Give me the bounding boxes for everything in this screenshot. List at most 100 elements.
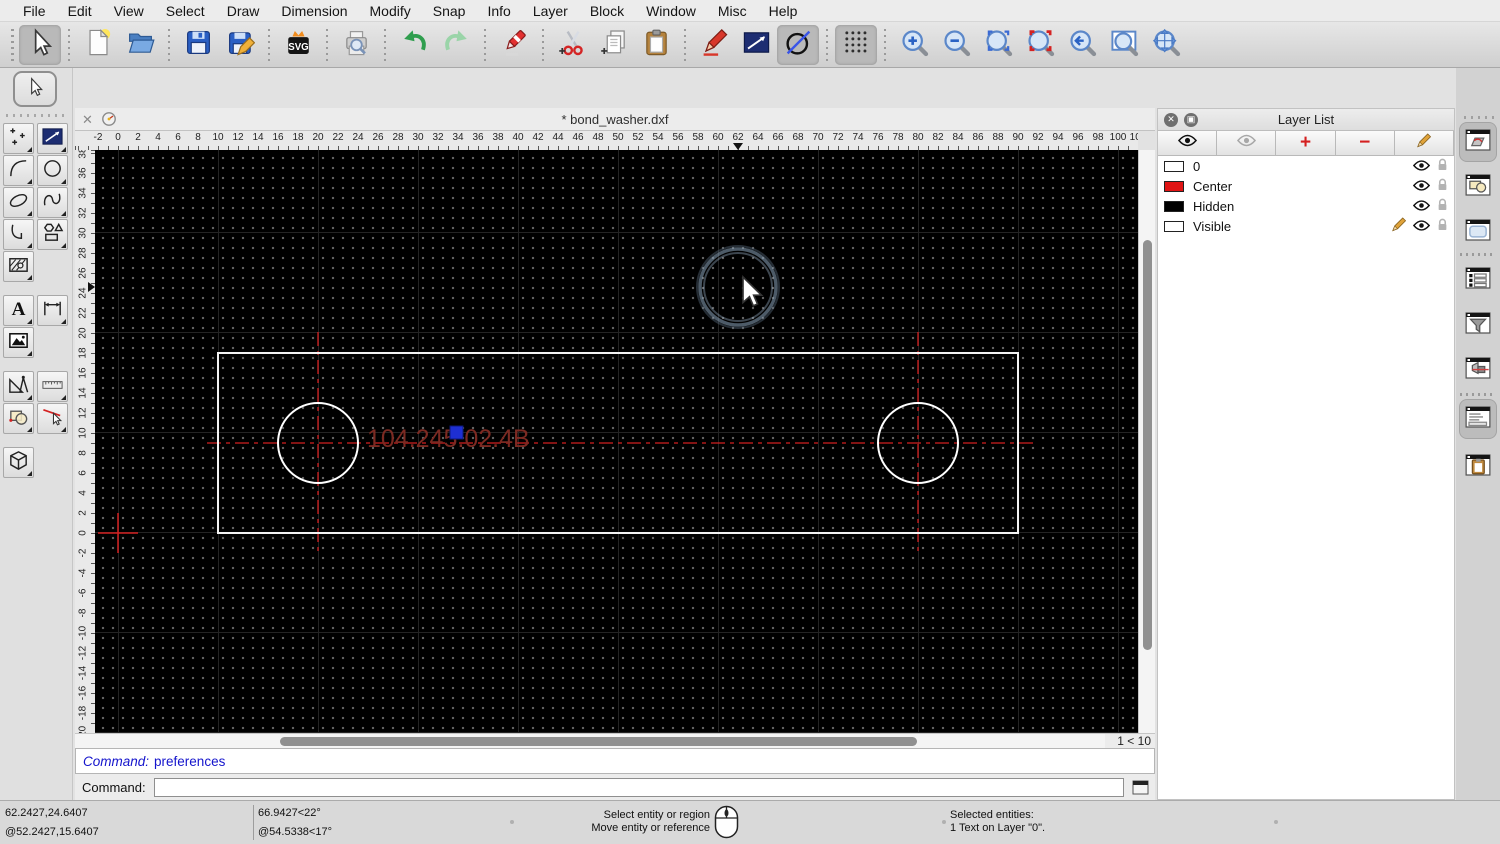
ellipse-tool-button[interactable] bbox=[3, 187, 34, 218]
redo-button[interactable] bbox=[435, 25, 477, 65]
zoom-pan-button[interactable] bbox=[1145, 25, 1187, 65]
menu-view[interactable]: View bbox=[103, 3, 155, 19]
vertical-scrollbar[interactable] bbox=[1138, 150, 1155, 733]
dimension-tool-button[interactable] bbox=[37, 295, 68, 326]
zoom-auto-button[interactable] bbox=[977, 25, 1019, 65]
menu-help[interactable]: Help bbox=[758, 3, 809, 19]
menu-modify[interactable]: Modify bbox=[359, 3, 422, 19]
layer-row-hidden[interactable]: Hidden bbox=[1158, 196, 1454, 216]
copy-button[interactable] bbox=[593, 25, 635, 65]
menu-dimension[interactable]: Dimension bbox=[270, 3, 358, 19]
cut-button[interactable] bbox=[551, 25, 593, 65]
menu-misc[interactable]: Misc bbox=[707, 3, 758, 19]
block-list-dock-button[interactable] bbox=[1460, 168, 1496, 206]
menu-file[interactable]: File bbox=[12, 3, 57, 19]
layer-row-0[interactable]: 0 bbox=[1158, 156, 1454, 176]
arc-tool-button[interactable] bbox=[3, 155, 34, 186]
clipboard-dock-button[interactable] bbox=[1460, 448, 1496, 486]
open-file-button[interactable] bbox=[119, 25, 161, 65]
drawing-canvas[interactable]: 104.245.02.4B bbox=[95, 150, 1138, 733]
save-button[interactable] bbox=[177, 25, 219, 65]
circle-tool-button[interactable] bbox=[37, 155, 68, 186]
selection-handle[interactable] bbox=[449, 425, 464, 440]
image-tool-button[interactable] bbox=[3, 327, 34, 358]
show-all-layers-button[interactable] bbox=[1158, 131, 1218, 155]
zoom-window-button[interactable] bbox=[1103, 25, 1145, 65]
projector-dock-button[interactable] bbox=[1460, 351, 1496, 389]
selection-filter-dock-button[interactable] bbox=[1460, 306, 1496, 344]
h-ruler-label: 56 bbox=[672, 132, 684, 143]
layer-lock-icon[interactable] bbox=[1437, 198, 1448, 214]
menu-layer[interactable]: Layer bbox=[522, 3, 579, 19]
layer-lock-icon[interactable] bbox=[1437, 218, 1448, 234]
menu-window[interactable]: Window bbox=[635, 3, 707, 19]
zoom-out-button[interactable] bbox=[935, 25, 977, 65]
select-pointer-button[interactable] bbox=[13, 71, 57, 107]
delete-eraser-button[interactable] bbox=[493, 25, 535, 65]
command-dock-icon[interactable] bbox=[1132, 780, 1149, 795]
command-line-dock-button[interactable] bbox=[1460, 400, 1496, 438]
points-tool-button[interactable] bbox=[3, 123, 34, 154]
menu-select[interactable]: Select bbox=[155, 3, 216, 19]
layer-visibility-eye-icon[interactable] bbox=[1412, 199, 1431, 214]
new-document-button[interactable] bbox=[77, 25, 119, 65]
grid-toggle-button[interactable] bbox=[835, 24, 877, 65]
polyline-tool-button[interactable] bbox=[3, 219, 34, 250]
layer-lock-icon[interactable] bbox=[1437, 158, 1448, 174]
entity-list-dock-button[interactable] bbox=[1460, 261, 1496, 299]
zoom-in-button[interactable] bbox=[893, 25, 935, 65]
export-svg-button[interactable]: SVG bbox=[277, 25, 319, 65]
layer-row-center[interactable]: Center bbox=[1158, 176, 1454, 196]
spline-tool-button[interactable] bbox=[37, 187, 68, 218]
command-input[interactable] bbox=[153, 777, 1124, 797]
horizontal-scrollbar[interactable] bbox=[75, 733, 1105, 748]
layer-visibility-eye-icon[interactable] bbox=[1412, 159, 1431, 174]
menu-snap[interactable]: Snap bbox=[422, 3, 477, 19]
layer-visibility-eye-icon[interactable] bbox=[1412, 179, 1431, 194]
menu-info[interactable]: Info bbox=[476, 3, 521, 19]
layer-rows: 0 Center Hidden Visible bbox=[1158, 156, 1454, 236]
h-ruler-label: 48 bbox=[592, 132, 604, 143]
horizontal-scrollbar-thumb[interactable] bbox=[280, 737, 917, 746]
paste-button[interactable] bbox=[635, 25, 677, 65]
hide-all-layers-button[interactable] bbox=[1217, 131, 1277, 155]
export-svg-icon: SVG bbox=[284, 28, 313, 62]
print-preview-button[interactable] bbox=[335, 25, 377, 65]
zoom-selected-button[interactable] bbox=[1019, 25, 1061, 65]
library-browser-dock-button[interactable] bbox=[1460, 213, 1496, 251]
modify-tool-button[interactable] bbox=[37, 403, 68, 434]
line-tool-button[interactable] bbox=[37, 123, 68, 154]
text-tool-button[interactable]: A bbox=[3, 295, 34, 326]
vertical-scrollbar-thumb[interactable] bbox=[1143, 240, 1152, 650]
layer-list-dock-button[interactable] bbox=[1460, 123, 1496, 161]
undo-button[interactable] bbox=[393, 25, 435, 65]
menu-draw[interactable]: Draw bbox=[216, 3, 271, 19]
circle-line-tool-button[interactable] bbox=[777, 24, 819, 65]
document-tab-bar: ✕ * bond_washer.dxf bbox=[75, 108, 1155, 131]
select-arrow-button[interactable] bbox=[19, 24, 61, 65]
draw-pen-button[interactable] bbox=[693, 25, 735, 65]
modify-layer-button[interactable] bbox=[1394, 131, 1455, 155]
dock-drag-handle[interactable] bbox=[6, 114, 64, 117]
line-tool-button[interactable] bbox=[735, 25, 777, 65]
shapes-tool-button[interactable] bbox=[37, 219, 68, 250]
menu-edit[interactable]: Edit bbox=[57, 3, 103, 19]
zoom-previous-button[interactable] bbox=[1061, 25, 1103, 65]
menu-block[interactable]: Block bbox=[579, 3, 635, 19]
hatch-tool-button[interactable] bbox=[3, 251, 34, 282]
toolbar-drag-handle[interactable] bbox=[11, 28, 14, 61]
left-button-hint: Select entity or region bbox=[603, 809, 710, 821]
ruler-tool-button[interactable] bbox=[37, 371, 68, 402]
layer-row-visible[interactable]: Visible bbox=[1158, 216, 1454, 236]
block-tool-button[interactable] bbox=[3, 403, 34, 434]
remove-layer-button[interactable]: − bbox=[1335, 131, 1395, 155]
layer-panel-toolbar: + − bbox=[1158, 131, 1455, 156]
save-as-button[interactable] bbox=[219, 25, 261, 65]
box3d-tool-button[interactable] bbox=[3, 447, 34, 478]
v-ruler-label: 10 bbox=[77, 427, 89, 439]
layer-visibility-eye-icon[interactable] bbox=[1412, 219, 1431, 234]
measure-tool-button[interactable] bbox=[3, 371, 34, 402]
drawing-text-entity[interactable]: 104.245.02.4B bbox=[367, 425, 530, 453]
layer-lock-icon[interactable] bbox=[1437, 178, 1448, 194]
add-layer-button[interactable]: + bbox=[1276, 131, 1336, 155]
